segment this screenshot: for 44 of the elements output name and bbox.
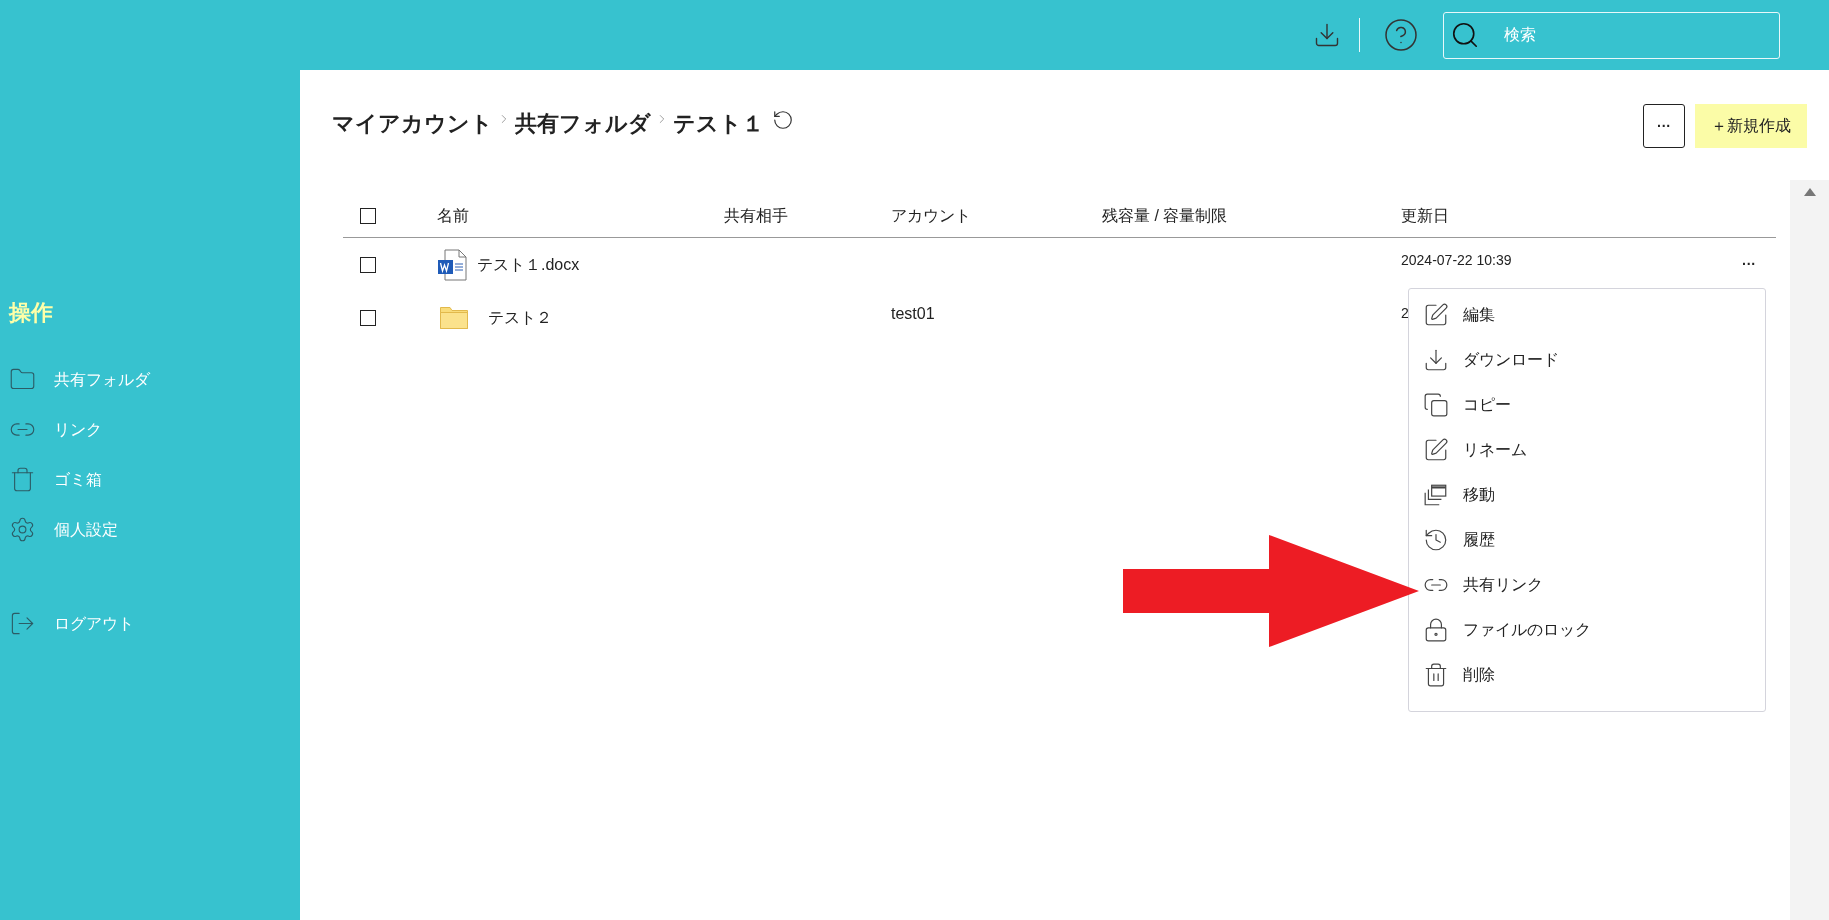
- table-cell: test01: [891, 304, 935, 322]
- menu-item[interactable]: ダウンロード: [1409, 337, 1765, 382]
- search-field[interactable]: 検索: [1443, 11, 1780, 59]
- trash-icon: [9, 466, 36, 493]
- file-name[interactable]: テスト２: [488, 305, 552, 330]
- download-icon[interactable]: [1313, 21, 1341, 49]
- file-name[interactable]: テスト１.docx: [477, 252, 580, 277]
- column-header: 残容量 / 容量制限: [1102, 206, 1228, 224]
- menu-item[interactable]: 削除: [1409, 652, 1765, 697]
- checkbox[interactable]: [360, 256, 376, 273]
- breadcrumb-link[interactable]: テスト１: [673, 107, 764, 140]
- settings-icon: [9, 516, 36, 543]
- scroll-up-icon[interactable]: [1803, 188, 1816, 196]
- logout-icon: [9, 610, 36, 637]
- column-header: 更新日: [1401, 206, 1449, 224]
- table-cell: 2024-07-22 10:39: [1401, 252, 1512, 268]
- checkbox[interactable]: [360, 207, 376, 224]
- more-button[interactable]: ···: [1643, 104, 1685, 148]
- breadcrumb-link[interactable]: マイアカウント: [332, 107, 493, 140]
- copy-icon: [1423, 391, 1449, 418]
- new-button[interactable]: ＋新規作成: [1695, 104, 1807, 148]
- menu-item[interactable]: リネーム: [1409, 427, 1765, 472]
- folder-icon: [440, 306, 468, 329]
- menu-item[interactable]: ファイルのロック: [1409, 607, 1765, 652]
- trash-icon: [1423, 661, 1449, 688]
- checkbox[interactable]: [360, 309, 376, 326]
- menu-item[interactable]: 共有リンク: [1409, 562, 1765, 607]
- help-icon[interactable]: [1383, 17, 1419, 53]
- pencil-square-icon: [1423, 436, 1449, 463]
- menu-item[interactable]: 移動: [1409, 472, 1765, 517]
- menu-item[interactable]: 編集: [1409, 292, 1765, 337]
- table-cell: 2: [1401, 305, 1409, 321]
- column-header: アカウント: [891, 206, 971, 224]
- refresh-icon[interactable]: [772, 108, 794, 131]
- pencil-square-icon: [1423, 301, 1449, 328]
- word-document-icon: [437, 248, 467, 281]
- column-header: 共有相手: [724, 206, 788, 224]
- breadcrumb-link[interactable]: 共有フォルダ: [515, 107, 651, 140]
- lock-icon: [1423, 616, 1449, 643]
- menu-item[interactable]: 履歴: [1409, 517, 1765, 562]
- menu-item[interactable]: コピー: [1409, 382, 1765, 427]
- sidebar-heading: 操作: [9, 299, 53, 327]
- row-more-button[interactable]: ···: [1742, 254, 1756, 275]
- column-header: 名前: [437, 206, 469, 224]
